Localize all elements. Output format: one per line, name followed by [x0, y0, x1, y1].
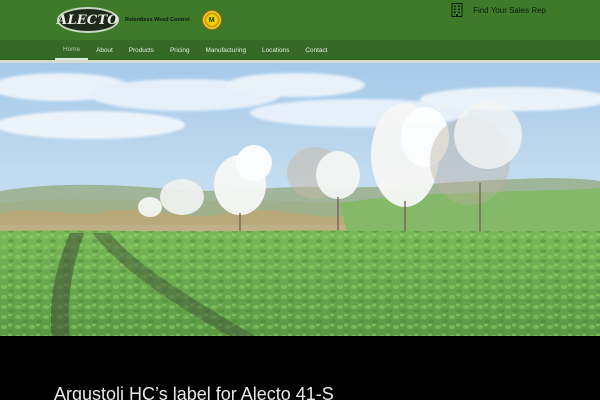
nav-contact[interactable]: Contact	[297, 40, 335, 60]
alecto-logo[interactable]: ALECTO	[57, 7, 119, 33]
main-nav: Home About Products Pricing Manufacturin…	[0, 40, 600, 60]
nav-products[interactable]: Products	[121, 40, 162, 60]
sales-link-label[interactable]: Find Your Sales Rep	[473, 6, 546, 15]
nav-pricing[interactable]: Pricing	[162, 40, 198, 60]
building-icon	[451, 3, 463, 17]
field-photo	[0, 63, 600, 336]
hero-image	[0, 60, 600, 336]
tagline: Relentless Weed Control	[125, 17, 190, 23]
badge-icon: M	[201, 10, 222, 30]
nav-about[interactable]: About	[88, 40, 121, 60]
nav-manufacturing[interactable]: Manufacturing	[198, 40, 255, 60]
nav-home[interactable]: Home	[55, 40, 89, 60]
find-sales-rep-link[interactable]: Find Your Sales Rep	[451, 3, 546, 17]
nav-items: Home About Products Pricing Manufacturin…	[55, 40, 335, 60]
logo[interactable]: ALECTO Relentless Weed Control M	[57, 6, 222, 34]
site-header: ALECTO Relentless Weed Control M Find Yo…	[0, 0, 600, 40]
nav-locations[interactable]: Locations	[254, 40, 297, 60]
page-headline: Argustoli HC’s label for Alecto 41-S	[54, 384, 334, 400]
